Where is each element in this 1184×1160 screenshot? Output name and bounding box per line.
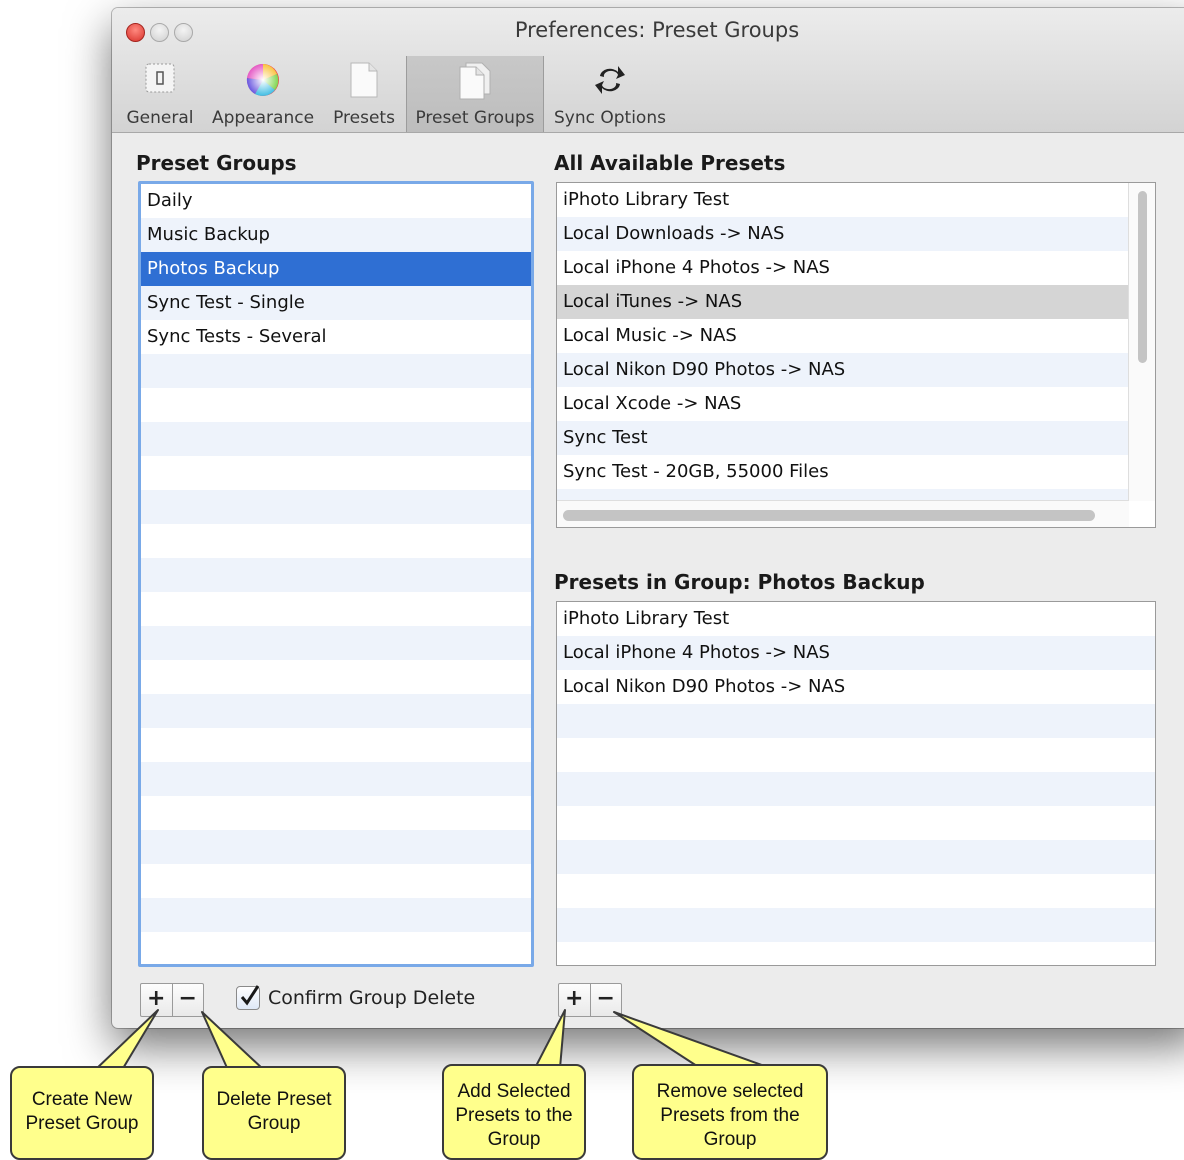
callout-pointers — [94, 1009, 771, 1071]
callout-delete-text: Delete Preset Group — [216, 1089, 332, 1134]
remove-callout-pointer — [613, 1011, 771, 1069]
add-callout-pointer — [534, 1009, 566, 1069]
callout-remove-text: Remove selected Presets from the Group — [656, 1081, 804, 1150]
delete-callout-pointer — [201, 1011, 265, 1071]
callout-create-group: Create New Preset Group — [10, 1066, 154, 1160]
callout-create-text: Create New Preset Group — [25, 1089, 139, 1134]
callout-add-text: Add Selected Presets to the Group — [455, 1081, 573, 1150]
create-callout-pointer — [94, 1009, 159, 1071]
callout-remove-presets: Remove selected Presets from the Group — [632, 1064, 828, 1160]
callout-add-presets: Add Selected Presets to the Group — [442, 1064, 586, 1160]
callout-delete-group: Delete Preset Group — [202, 1066, 346, 1160]
